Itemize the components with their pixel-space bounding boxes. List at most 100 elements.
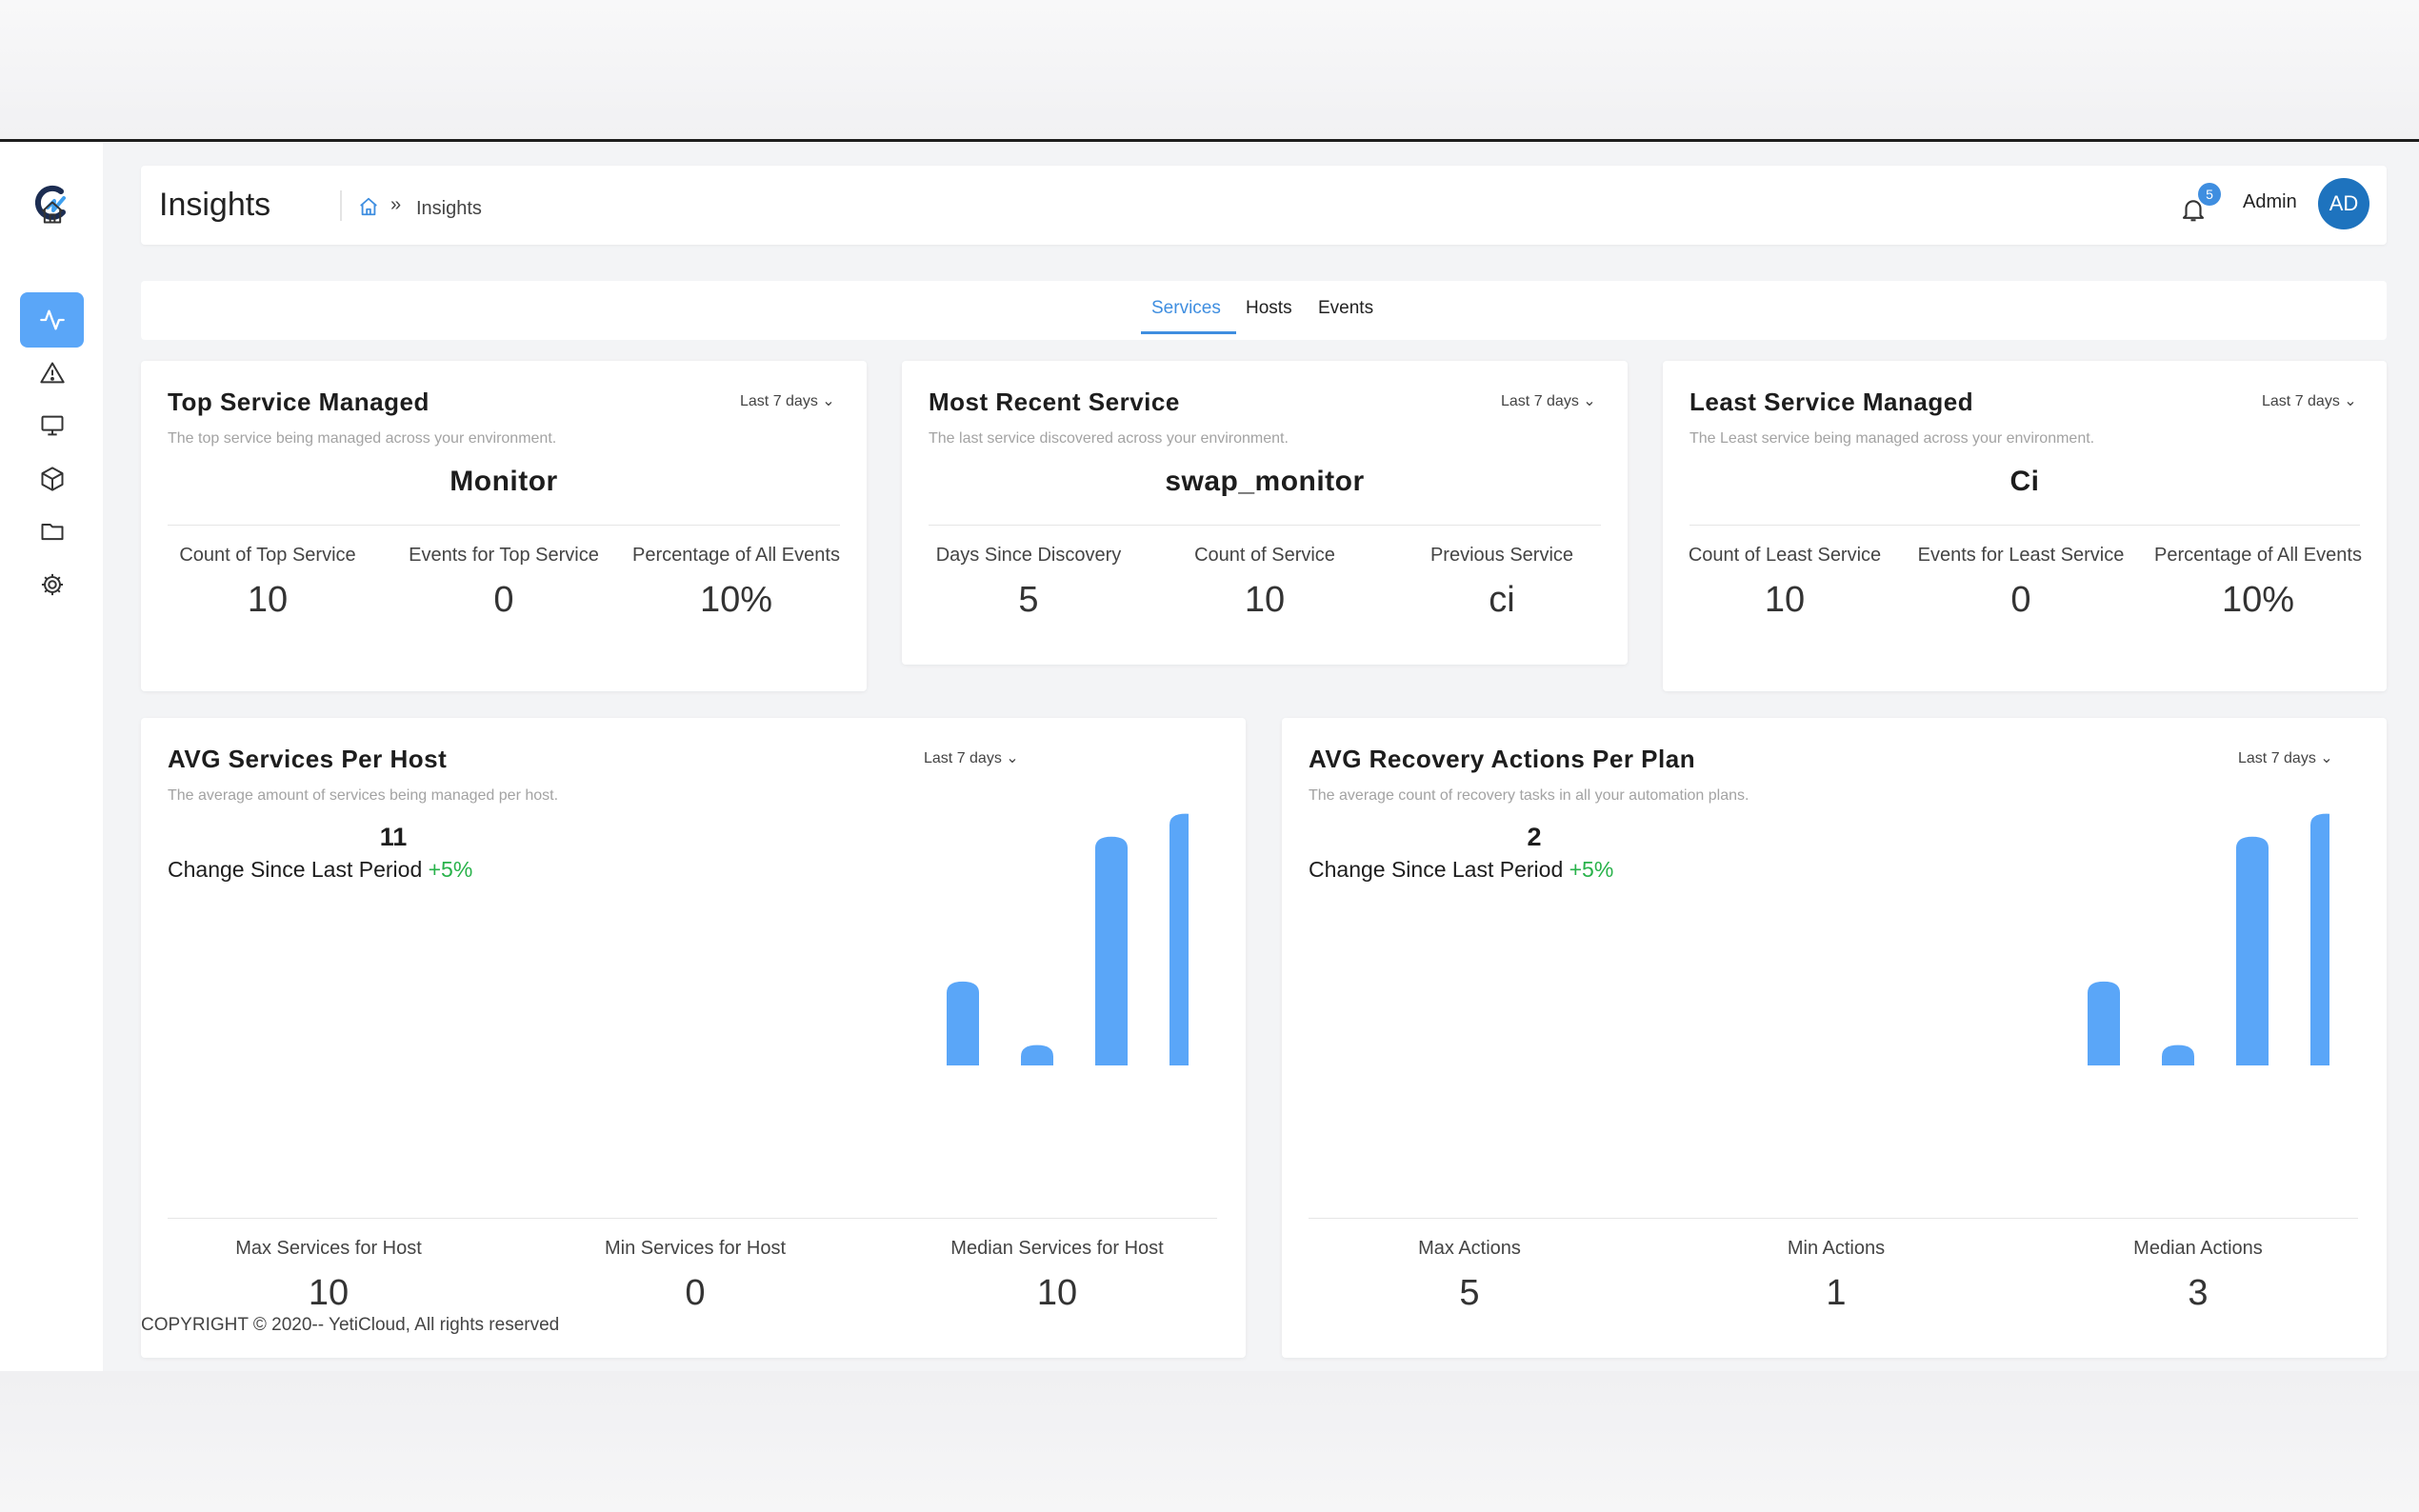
breadcrumb-current: Insights xyxy=(416,198,482,219)
breadcrumb-separator: » xyxy=(390,194,402,215)
chart-bar xyxy=(1021,1044,1053,1065)
chart-bar xyxy=(2310,813,2329,1065)
sidebar-item-settings[interactable] xyxy=(20,557,84,612)
chart-bar xyxy=(1095,836,1128,1065)
stat-value: 0 xyxy=(493,580,514,620)
alert-triangle-icon xyxy=(39,362,65,384)
stat-percentage-events: Percentage of All Events 10% xyxy=(622,542,850,621)
recovery-bar-chart xyxy=(2088,813,2329,1065)
card-avg-recovery-actions: AVG Recovery Actions Per Plan Last 7 day… xyxy=(1282,718,2387,1358)
sidebar-item-files[interactable] xyxy=(20,504,84,559)
stat-days-since-discovery: Days Since Discovery 5 xyxy=(910,542,1148,621)
card-title: Least Service Managed xyxy=(1689,388,1974,416)
breadcrumb-home-icon[interactable] xyxy=(358,196,379,217)
page-title: Insights xyxy=(159,187,271,223)
stat-label: Count of Least Service xyxy=(1688,545,1882,566)
sidebar-item-hosts[interactable] xyxy=(20,398,84,453)
card-top-service: Top Service Managed Last 7 days ⌄ The to… xyxy=(141,361,867,691)
stat-value: 3 xyxy=(2188,1273,2209,1313)
box-icon xyxy=(41,467,63,491)
card-title: Top Service Managed xyxy=(168,388,430,416)
stat-value: 10% xyxy=(699,580,773,620)
tab-active-indicator xyxy=(1141,331,1236,334)
card-divider xyxy=(1689,525,2360,526)
stat-label: Events for Least Service xyxy=(1917,545,2125,566)
stat-events-top-service: Events for Top Service 0 xyxy=(385,542,623,621)
card-description: The average count of recovery tasks in a… xyxy=(1309,787,1749,804)
stat-label: Count of Top Service xyxy=(179,545,356,566)
card-description: The last service discovered across your … xyxy=(929,430,1289,447)
chart-bar xyxy=(2162,1044,2194,1065)
stat-min-actions: Min Actions 1 xyxy=(1703,1235,1969,1314)
card-description: The average amount of services being man… xyxy=(168,787,559,804)
title-divider xyxy=(340,190,342,221)
avg-services-value: 11 xyxy=(379,823,408,851)
stat-value: 10% xyxy=(2221,580,2295,620)
stat-label: Count of Service xyxy=(1194,545,1335,566)
stat-value: 5 xyxy=(1459,1273,1480,1313)
sidebar-item-insights[interactable] xyxy=(20,292,84,348)
notification-badge: 5 xyxy=(2198,183,2221,206)
monitor-icon xyxy=(41,415,63,436)
stat-label: Min Services for Host xyxy=(604,1238,787,1259)
date-range-dropdown[interactable]: Last 7 days ⌄ xyxy=(2262,391,2357,410)
stat-max-services-host: Max Services for Host 10 xyxy=(210,1235,448,1314)
chart-bar xyxy=(2088,981,2120,1065)
stat-min-services-host: Min Services for Host 0 xyxy=(562,1235,829,1314)
date-range-dropdown[interactable]: Last 7 days ⌄ xyxy=(2238,748,2333,767)
sidebar-item-packages[interactable] xyxy=(20,451,84,507)
main-content: Insights » Insights 5 Admin AD Services … xyxy=(103,142,2419,1371)
tab-events[interactable]: Events xyxy=(1318,298,1373,319)
card-least-service: Least Service Managed Last 7 days ⌄ The … xyxy=(1663,361,2387,691)
activity-icon xyxy=(39,309,65,330)
footer-copyright: COPYRIGHT © 2020-- YetiCloud, All rights… xyxy=(141,1315,560,1335)
stat-value: ci xyxy=(1489,580,1515,620)
browser-top-band xyxy=(0,0,2419,139)
stat-label: Events for Top Service xyxy=(409,545,599,566)
user-name[interactable]: Admin xyxy=(2243,191,2297,213)
sidebar-item-home[interactable] xyxy=(20,185,84,240)
card-divider xyxy=(168,525,840,526)
stat-value: 10 xyxy=(1244,580,1286,620)
card-description: The Least service being managed across y… xyxy=(1689,430,2095,447)
page-header: Insights » Insights 5 Admin AD xyxy=(141,166,2387,245)
sidebar xyxy=(0,142,103,1371)
tab-hosts[interactable]: Hosts xyxy=(1246,298,1292,319)
tab-services[interactable]: Services xyxy=(1151,298,1221,319)
date-range-dropdown[interactable]: Last 7 days ⌄ xyxy=(1501,391,1596,410)
stat-value: 10 xyxy=(1764,580,1806,620)
stat-value: 10 xyxy=(308,1273,350,1313)
top-service-name: Monitor xyxy=(450,466,558,497)
change-value: +5% xyxy=(428,857,473,882)
date-range-dropdown[interactable]: Last 7 days ⌄ xyxy=(924,748,1019,767)
avatar[interactable]: AD xyxy=(2318,178,2369,229)
stat-value: 10 xyxy=(247,580,289,620)
stat-median-actions: Median Actions 3 xyxy=(2055,1235,2341,1314)
stat-count-least-service: Count of Least Service 10 xyxy=(1670,542,1899,621)
change-since-last-period: Change Since Last Period +5% xyxy=(1309,857,1613,883)
stat-label: Previous Service xyxy=(1429,545,1574,566)
avg-recovery-value: 2 xyxy=(1527,823,1542,851)
stat-value: 10 xyxy=(1036,1273,1078,1313)
stat-value: 0 xyxy=(2010,580,2031,620)
sidebar-item-alerts[interactable] xyxy=(20,346,84,401)
stat-percentage-events: Percentage of All Events 10% xyxy=(2144,542,2372,621)
card-recent-service: Most Recent Service Last 7 days ⌄ The la… xyxy=(902,361,1628,665)
card-title: Most Recent Service xyxy=(929,388,1180,416)
stat-count-of-service: Count of Service 10 xyxy=(1146,542,1384,621)
change-value: +5% xyxy=(1569,857,1614,882)
date-range-dropdown[interactable]: Last 7 days ⌄ xyxy=(740,391,835,410)
card-divider xyxy=(168,1218,1217,1219)
card-avg-services-per-host: AVG Services Per Host Last 7 days ⌄ The … xyxy=(141,718,1246,1358)
card-divider xyxy=(929,525,1601,526)
stat-value: 1 xyxy=(1826,1273,1847,1313)
least-service-name: Ci xyxy=(2009,466,2040,497)
stat-median-services-host: Median Services for Host 10 xyxy=(914,1235,1200,1314)
chart-bar xyxy=(1170,813,1189,1065)
recent-service-name: swap_monitor xyxy=(1165,466,1365,497)
stat-value: 0 xyxy=(685,1273,706,1313)
stat-label: Median Services for Host xyxy=(950,1238,1164,1259)
stat-count-top-service: Count of Top Service 10 xyxy=(149,542,387,621)
folder-icon xyxy=(41,524,63,541)
change-since-last-period: Change Since Last Period +5% xyxy=(168,857,472,883)
